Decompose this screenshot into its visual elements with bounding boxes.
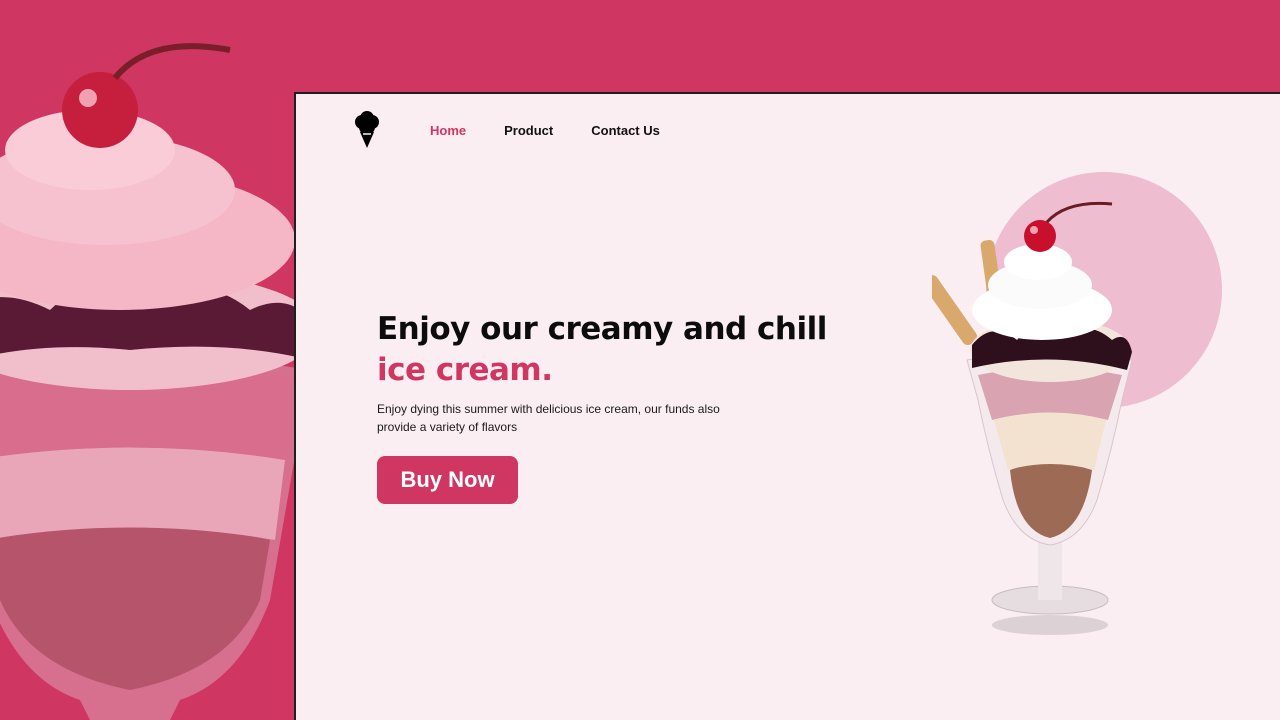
hero-headline-accent: ice cream. xyxy=(377,352,553,388)
hero-headline: Enjoy our creamy and chill xyxy=(377,311,827,347)
background-sundae-image xyxy=(0,0,300,720)
nav-link-contact-us[interactable]: Contact Us xyxy=(591,123,660,138)
hero-illustration xyxy=(932,172,1232,642)
hero-section: Enjoy our creamy and chill ice cream. En… xyxy=(377,308,857,504)
hero-subtext: Enjoy dying this summer with delicious i… xyxy=(377,402,720,434)
landing-page-window: Home Product Contact Us Enjoy our creamy… xyxy=(294,92,1280,720)
ice-cream-logo-icon[interactable] xyxy=(352,110,382,150)
nav-link-home[interactable]: Home xyxy=(430,123,466,138)
background-sundae-graphic xyxy=(0,43,300,720)
buy-now-button[interactable]: Buy Now xyxy=(377,456,518,504)
main-navigation: Home Product Contact Us xyxy=(352,110,660,150)
sundae-image xyxy=(932,201,1133,635)
nav-link-product[interactable]: Product xyxy=(504,123,553,138)
